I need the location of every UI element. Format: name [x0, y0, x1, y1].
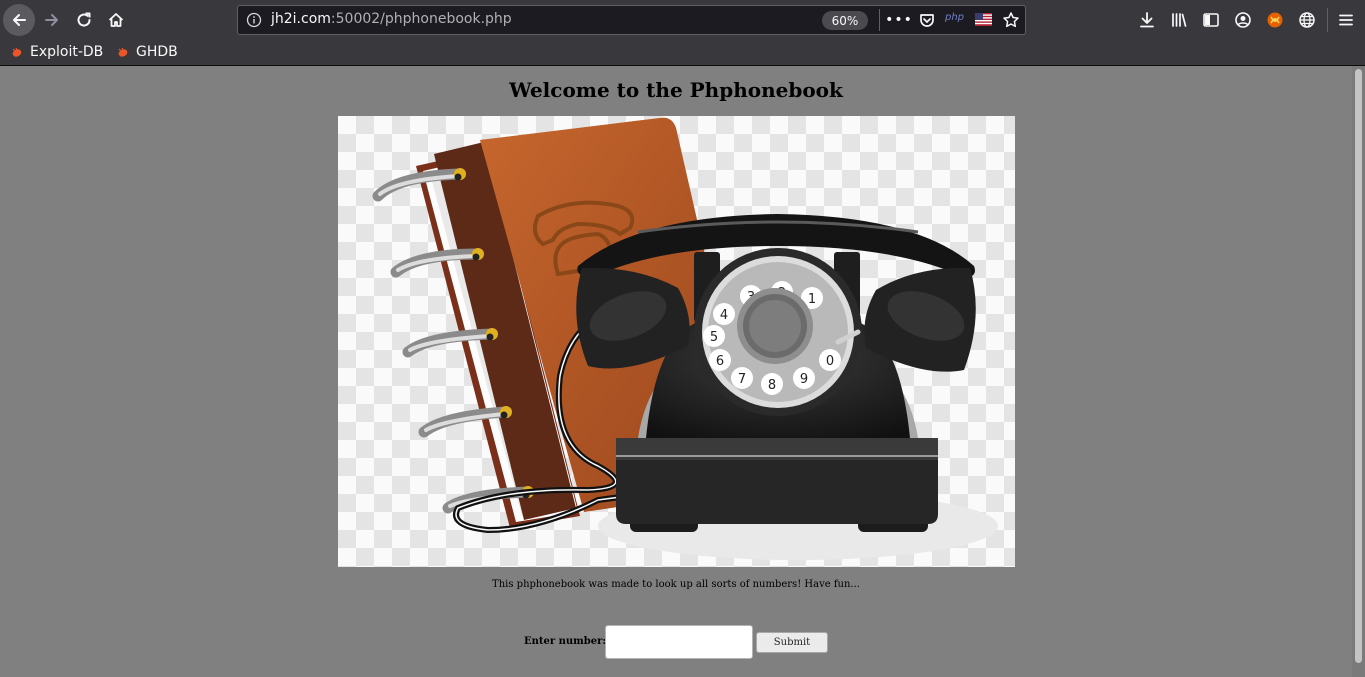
url-host: jh2i.com	[271, 11, 331, 27]
info-icon[interactable]	[246, 12, 262, 28]
reload-icon	[77, 12, 91, 27]
urlbar-separator	[879, 9, 880, 31]
browser-chrome: jh2i.com:50002/phphonebook.php 60% ••• p…	[0, 0, 1365, 66]
downloads-icon[interactable]	[1137, 10, 1157, 30]
menu-icon[interactable]	[1336, 10, 1356, 30]
sidebar-icon[interactable]	[1201, 10, 1221, 30]
dial-digit: 0	[826, 354, 834, 369]
extension-fox-icon[interactable]	[1265, 10, 1285, 30]
toolbar-separator	[1327, 8, 1328, 32]
dial-digit: 6	[716, 354, 724, 369]
url-bar[interactable]: jh2i.com:50002/phphonebook.php 60% ••• p…	[237, 5, 1026, 35]
tagline-text: This phphonebook was made to look up all…	[492, 579, 860, 590]
dial-digit: 5	[710, 330, 718, 345]
home-icon	[108, 13, 124, 27]
reload-button[interactable]	[68, 4, 100, 36]
page-content: Welcome to the Phphonebook 1 4 5 6 7 8 9…	[0, 66, 1352, 677]
library-icon[interactable]	[1169, 10, 1189, 30]
us-flag-icon[interactable]	[975, 13, 992, 26]
bookmark-label: Exploit-DB	[30, 44, 104, 60]
bookmarks-toolbar: Exploit-DB GHDB	[0, 40, 1365, 65]
scrollbar-thumb[interactable]	[1355, 69, 1362, 663]
globe-icon[interactable]	[1297, 10, 1317, 30]
number-input[interactable]	[605, 625, 753, 659]
dial-digit: 4	[720, 308, 728, 323]
dial-digit: 9	[800, 372, 808, 387]
dial-digit: 1	[808, 292, 816, 307]
zoom-level-badge[interactable]: 60%	[822, 11, 868, 30]
dial-digit: 7	[738, 372, 746, 387]
lookup-form: Enter number: Submit	[0, 624, 1352, 660]
page-scrollbar[interactable]	[1352, 66, 1365, 677]
star-icon[interactable]	[1002, 11, 1020, 29]
back-button[interactable]	[3, 4, 35, 36]
pocket-icon[interactable]	[918, 11, 936, 29]
navigation-toolbar: jh2i.com:50002/phphonebook.php 60% ••• p…	[0, 0, 1365, 40]
phone-and-book-illustration: 1 2 3 4 5 6 7 8 9 0	[372, 117, 998, 560]
forward-button[interactable]	[36, 4, 68, 36]
dial-digit: 8	[768, 378, 776, 393]
url-text[interactable]: jh2i.com:50002/phphonebook.php	[271, 11, 512, 27]
page-title: Welcome to the Phphonebook	[509, 78, 843, 102]
phonebook-image: 1 2 3 4 5 6 7 8 9 0	[338, 116, 1015, 567]
bookmark-label: GHDB	[136, 44, 178, 60]
php-icon[interactable]: php	[945, 12, 964, 23]
home-button[interactable]	[100, 4, 132, 36]
account-icon[interactable]	[1233, 10, 1253, 30]
back-icon	[13, 14, 26, 26]
bookmark-exploit-db[interactable]: Exploit-DB	[10, 42, 103, 62]
bug-icon	[12, 47, 22, 57]
forward-icon	[45, 14, 58, 26]
bug-icon	[118, 47, 128, 57]
bookmark-ghdb[interactable]: GHDB	[116, 42, 178, 62]
submit-button[interactable]: Submit	[756, 632, 828, 653]
url-path: :50002/phphonebook.php	[330, 11, 512, 27]
number-label: Enter number:	[524, 636, 607, 647]
page-actions-icon[interactable]: •••	[885, 10, 912, 30]
